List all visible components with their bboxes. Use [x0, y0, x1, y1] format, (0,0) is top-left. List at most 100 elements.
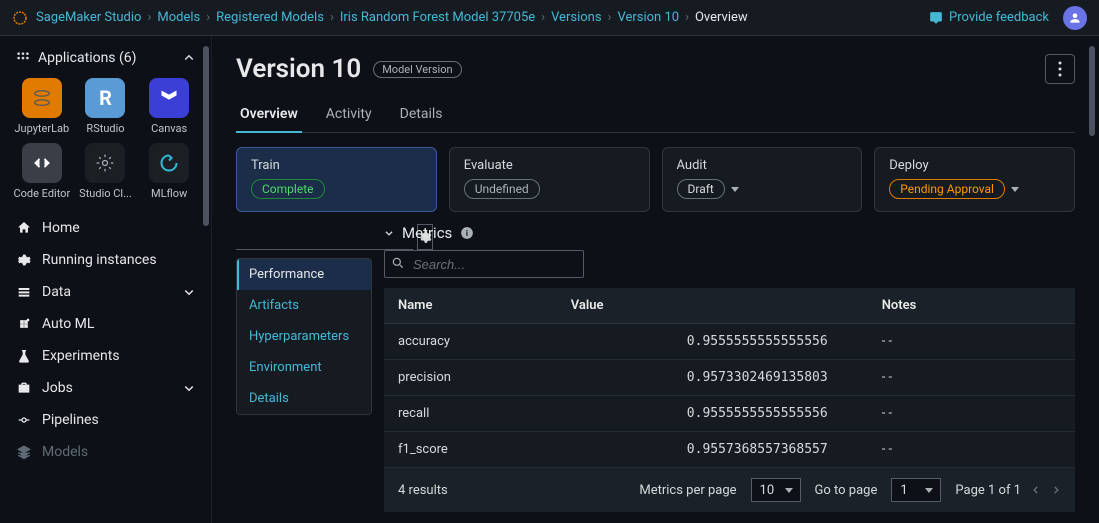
- main-tab[interactable]: Overview: [236, 98, 302, 132]
- app-tile[interactable]: R RStudio: [74, 76, 138, 137]
- status-badge: Complete: [251, 179, 325, 199]
- stage-card: EvaluateUndefined: [449, 147, 650, 212]
- nav-label: Experiments: [42, 348, 120, 364]
- breadcrumb-item[interactable]: Registered Models: [216, 10, 324, 25]
- breadcrumb-separator: ›: [330, 10, 334, 25]
- app-tile[interactable]: MLflow: [137, 141, 201, 202]
- nav-label: Data: [42, 284, 71, 300]
- nav-label: Auto ML: [42, 316, 94, 332]
- nav-label: Jobs: [42, 380, 73, 396]
- metric-value: 0.9555555555555556: [557, 396, 868, 432]
- metric-value: 0.9573302469135803: [557, 360, 868, 396]
- sidebar-nav-item[interactable]: Auto ML: [8, 308, 203, 340]
- performance-subtab[interactable]: Hyperparameters: [237, 321, 371, 352]
- app-tile-label: RStudio: [86, 122, 124, 135]
- chevron-down-icon: [183, 286, 195, 298]
- app-tile-label: JupyterLab: [14, 122, 69, 135]
- col-notes: Notes: [868, 288, 1075, 324]
- apps-header-label: Applications (6): [38, 50, 137, 66]
- metrics-tbody: accuracy0.9555555555555556- -precision0.…: [384, 324, 1075, 468]
- search-icon: [391, 256, 405, 270]
- info-icon[interactable]: i: [460, 226, 474, 240]
- feedback-icon: [929, 11, 943, 25]
- nav-list: HomeRunning instances Data Auto ML Experime…: [8, 212, 203, 468]
- kebab-icon: [1058, 61, 1062, 77]
- breadcrumb-item[interactable]: Versions: [551, 10, 601, 25]
- sidebar-nav-item[interactable]: Models: [8, 436, 203, 468]
- sidebar-nav-item[interactable]: Data: [8, 276, 203, 308]
- app-tile[interactable]: Canvas: [137, 76, 201, 137]
- main-tab[interactable]: Activity: [322, 98, 376, 132]
- table-row: f1_score0.9557368557368557- -: [384, 432, 1075, 468]
- sidebar-nav-item[interactable]: Running instances: [8, 244, 203, 276]
- metrics-search-input[interactable]: [384, 250, 584, 278]
- sidebar-nav-item[interactable]: Experiments: [8, 340, 203, 372]
- stack-icon: [16, 284, 32, 300]
- goto-page-select[interactable]: 1: [891, 478, 941, 502]
- table-row: precision0.9573302469135803- -: [384, 360, 1075, 396]
- sidebar-nav-item[interactable]: Home: [8, 212, 203, 244]
- stage-card: TrainComplete: [236, 147, 437, 212]
- actions-menu-button[interactable]: [1045, 54, 1075, 84]
- mlflow-icon: [149, 143, 189, 183]
- applications-header[interactable]: Applications (6): [8, 46, 203, 76]
- app-tile-label: Studio Cl...: [79, 187, 132, 200]
- layers-icon: [16, 444, 32, 460]
- flask-icon: [16, 348, 32, 364]
- metric-name: recall: [384, 396, 557, 432]
- metric-name: precision: [384, 360, 557, 396]
- breadcrumb-item[interactable]: SageMaker Studio: [36, 10, 141, 25]
- main-panel: Version 10 Model Version OverviewActivit…: [212, 36, 1099, 523]
- performance-subtab[interactable]: Artifacts: [237, 290, 371, 321]
- metric-value: 0.9557368557368557: [557, 432, 868, 468]
- per-page-select[interactable]: 10: [751, 478, 801, 502]
- metric-name: accuracy: [384, 324, 557, 360]
- sidebar: Applications (6) JupyterLab R RStudio Canva…: [0, 36, 212, 523]
- user-avatar[interactable]: [1063, 6, 1087, 30]
- app-tile[interactable]: JupyterLab: [10, 76, 74, 137]
- model-version-badge: Model Version: [373, 61, 461, 78]
- breadcrumb-item[interactable]: Models: [157, 10, 200, 25]
- stage-title: Evaluate: [464, 158, 635, 173]
- app-tile-label: MLflow: [151, 187, 187, 200]
- sidebar-scrollbar[interactable]: [203, 46, 209, 226]
- stage-card: AuditDraft: [662, 147, 863, 212]
- metric-notes: - -: [868, 432, 1075, 468]
- performance-subtabs: PerformanceArtifactsHyperparametersEnvir…: [236, 258, 372, 415]
- next-page-button[interactable]: [1051, 484, 1061, 496]
- app-tile[interactable]: Code Editor: [10, 141, 74, 202]
- performance-subtab[interactable]: Performance: [237, 259, 371, 290]
- breadcrumb-separator: ›: [206, 10, 210, 25]
- main-tabs: Overview Activity Details: [236, 98, 1075, 133]
- metric-notes: - -: [868, 396, 1075, 432]
- main-scrollbar[interactable]: [1089, 46, 1095, 136]
- breadcrumb-item[interactable]: Iris Random Forest Model 37705e: [340, 10, 535, 25]
- provide-feedback-link[interactable]: Provide feedback: [929, 10, 1049, 25]
- performance-subtab[interactable]: Details: [237, 383, 371, 414]
- table-header-row: Name Value Notes: [384, 288, 1075, 324]
- table-row: recall0.9555555555555556- -: [384, 396, 1075, 432]
- breadcrumb-item[interactable]: Version 10: [617, 10, 679, 25]
- stage-dropdown[interactable]: [1011, 187, 1019, 192]
- app-tile-label: Canvas: [151, 122, 187, 135]
- performance-subtab[interactable]: Environment: [237, 352, 371, 383]
- chevron-down-icon: [183, 382, 195, 394]
- collapse-metrics-button[interactable]: [384, 228, 394, 238]
- page-info: Page 1 of 1: [955, 483, 1021, 498]
- sidebar-nav-item[interactable]: Pipelines: [8, 404, 203, 436]
- stage-title: Audit: [677, 158, 848, 173]
- sidebar-nav-item[interactable]: Jobs: [8, 372, 203, 404]
- col-name: Name: [384, 288, 557, 324]
- table-row: accuracy0.9555555555555556- -: [384, 324, 1075, 360]
- metric-notes: - -: [868, 360, 1075, 396]
- breadcrumb: SageMaker Studio › Models › Registered Model…: [36, 10, 929, 25]
- main-tab[interactable]: Details: [396, 98, 447, 132]
- prev-page-button[interactable]: [1031, 484, 1041, 496]
- jupyter-icon: [22, 78, 62, 118]
- stage-dropdown[interactable]: [731, 187, 739, 192]
- pager: 4 results Metrics per page 10 Go to page…: [384, 468, 1075, 512]
- stage-title: Deploy: [889, 158, 1060, 173]
- rstudio-icon: R: [85, 78, 125, 118]
- app-tile[interactable]: Studio Cl...: [74, 141, 138, 202]
- breadcrumb-separator: ›: [541, 10, 545, 25]
